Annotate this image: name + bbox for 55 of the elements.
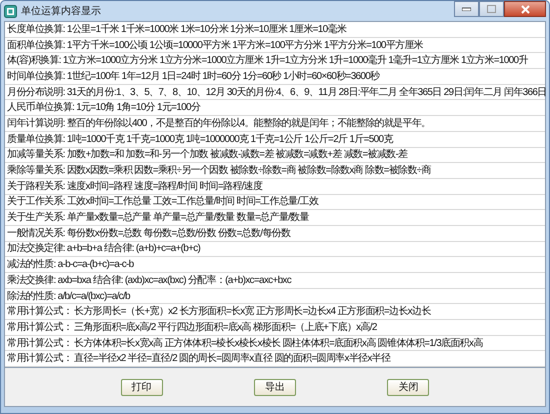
- row-label: 减法的性质:: [7, 258, 56, 272]
- row-text: 整百的年份除以400，不是整百的年份除以4。能整除的就是闰年；不能整除的就是平年。: [66, 116, 430, 131]
- row-text: a-b-c=a-(b+c)=a-c-b: [58, 258, 134, 272]
- dialog-button[interactable]: 导出: [254, 378, 296, 396]
- row-label: 人民币单位换算:: [7, 100, 74, 116]
- row-text: 工效x时间=工作总量 工效=工作总量/时间 时间=工作总量/工效: [66, 194, 318, 210]
- row-label: 时间单位换算:: [7, 70, 65, 84]
- window-title: 单位运算内容显示: [21, 4, 101, 18]
- row-label: 乘法交换律:: [7, 274, 56, 288]
- close-icon: [520, 4, 530, 14]
- row-label: 关于工作关系:: [7, 194, 65, 210]
- row-label: 加减等量关系:: [7, 148, 65, 162]
- row-text: 每份数x份数=总数 每份数=总数/份数 份数=总数/每份数: [66, 226, 290, 241]
- row-label: 质量单位换算:: [7, 132, 65, 147]
- maximize-button[interactable]: [479, 1, 504, 17]
- row-text: 31天的月份:1、3、5、7、8、10、12月 30天的月份:4、6、9、11月 28日:平年二月 全年365日 29日:闰年二月 闰年366日: [66, 86, 546, 100]
- maximize-icon: [487, 5, 496, 13]
- row-label: 常用计算公式：: [7, 336, 72, 351]
- row-label: 关于路程关系:: [7, 180, 65, 194]
- row-text: 1吨=1000千克 1千克=1000克 1吨=1000000克 1千克=1公斤 1公斤=2斤 1斤=500克: [66, 132, 393, 147]
- row-label: 常用计算公式：: [7, 304, 72, 320]
- row-text: 速度x时间=路程 速度=路程/时间 时间=路程/速度: [66, 180, 262, 194]
- row-text: 因数x因数=乘积 因数=乘积÷另一个因数 被除数÷除数=商 被除数=除数x商 除数=被除数÷商: [66, 164, 431, 178]
- row-text: 长方形周长=（长+宽）x2 长方形面积=长x宽 正方形周长=边长x4 正方形面积=边长x边长: [74, 304, 431, 320]
- app-icon: [4, 4, 17, 18]
- row-label: 体(容)积换算:: [7, 54, 61, 68]
- row-text: a/b/c=a/(bxc)=a/c/b: [58, 290, 130, 304]
- dialog-button[interactable]: 打印: [120, 378, 163, 396]
- row-text: 1立方米=1000立方分米 1立方分米=1000立方厘米 1升=1立方分米 1升=1000毫升 1毫升=1立方厘米 1立方米=1000升: [62, 54, 528, 68]
- row-text: 加数+加数=和 加数=和-另一个加数 被减数-减数=差 被减数=减数+差 减数=被减数-差: [66, 148, 408, 162]
- row-label: 除法的性质:: [7, 290, 56, 304]
- row-label: 加法交换定律:: [7, 242, 65, 256]
- row-label: 月份分布说明:: [7, 86, 65, 100]
- row-label: 常用计算公式：: [7, 320, 72, 335]
- minimize-icon: [462, 7, 471, 11]
- row-text: 单产量x数量=总产量 单产量=总产量/数量 数量=总产量/数量: [66, 210, 309, 226]
- row-label: 关于生产关系:: [7, 210, 65, 226]
- row-text: 1世纪=100年 1年=12月 1日=24时 1时=60分 1分=60秒 1小时=60×60秒=3600秒: [66, 70, 380, 84]
- row-label: 闰年计算说明:: [7, 116, 65, 131]
- row-text: 1公里=1千米 1千米=1000米 1米=10分米 1分米=10厘米 1厘米=10毫米: [66, 22, 346, 37]
- row-text: 三角形面积=底x高/2 平行四边形面积=底x高 梯形面积=（上底+下底）x高/2: [74, 320, 377, 335]
- row-label: 一般情况关系:: [7, 226, 65, 241]
- row-text: 1元=10角 1角=10分 1元=100分: [76, 101, 200, 116]
- row-label: 面积单位换算:: [7, 38, 65, 53]
- row-label: 常用计算公式：: [7, 352, 72, 366]
- row-text: a+b=b+a 结合律: (a+b)+c=a+(b+c): [66, 242, 200, 256]
- row-label: 乘除等量关系:: [7, 164, 65, 178]
- row-label: 长度单位换算:: [7, 22, 65, 37]
- row-text: 长方体体积=长x宽x高 正方体体积=棱长x棱长x棱长 圆柱体体积=底面积x高 圆锥体体积=1/3底面积x高: [74, 336, 483, 351]
- row-text: 1平方千米=100公顷 1公顷=10000平方米 1平方米=100平方分米 1平方分米=100平方厘米: [66, 38, 423, 53]
- close-button[interactable]: [504, 1, 546, 17]
- dialog-button[interactable]: 关闭: [387, 378, 430, 396]
- minimize-button[interactable]: [454, 1, 479, 17]
- row-text: 直径=半径x2 半径=直径/2 圆的周长=圆周率x直径 圆的面积=圆周率x半径x半径: [74, 352, 390, 366]
- row-text: axb=bxa 结合律: (axb)xc=ax(bxc) 分配率：(a+b)xc=axc+bxc: [58, 274, 292, 288]
